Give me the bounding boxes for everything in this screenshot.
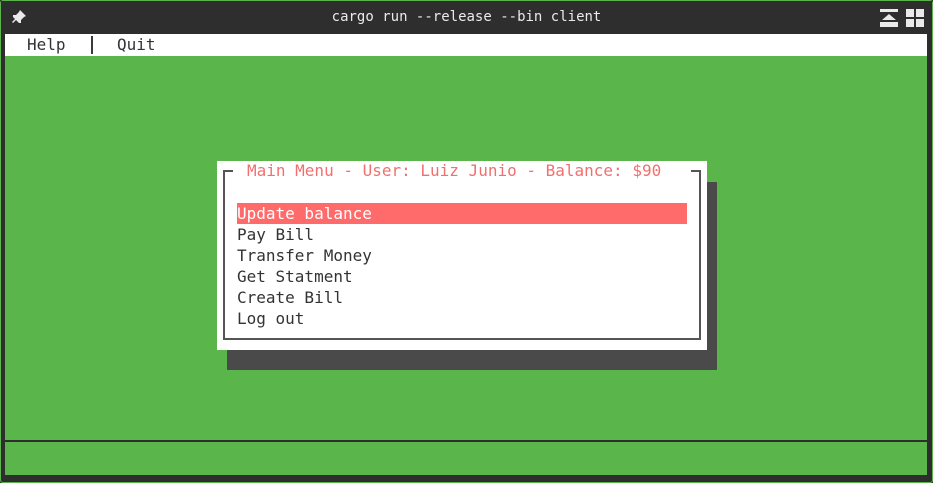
frame-corner-right	[691, 170, 701, 172]
menu-separator	[91, 36, 93, 54]
terminal-window: cargo run --release --bin client Help Qu…	[0, 0, 933, 483]
menu-options-list: Update balance Pay Bill Transfer Money G…	[237, 203, 687, 329]
option-log-out[interactable]: Log out	[237, 308, 687, 329]
menu-quit[interactable]: Quit	[117, 36, 156, 54]
option-get-statment[interactable]: Get Statment	[237, 266, 687, 287]
window-bottom-border	[1, 440, 932, 442]
maximize-icon[interactable]	[879, 8, 899, 28]
option-create-bill[interactable]: Create Bill	[237, 287, 687, 308]
menu-help[interactable]: Help	[27, 36, 66, 54]
terminal-area: Help Quit Main Menu - User: Luiz Junio -…	[5, 34, 927, 475]
option-transfer-money[interactable]: Transfer Money	[237, 245, 687, 266]
tile-icon[interactable]	[905, 8, 925, 28]
option-pay-bill[interactable]: Pay Bill	[237, 224, 687, 245]
title-bar[interactable]: cargo run --release --bin client	[1, 1, 932, 33]
main-menu-dialog: Main Menu - User: Luiz Junio - Balance: …	[217, 161, 707, 350]
option-update-balance[interactable]: Update balance	[237, 203, 687, 224]
dialog-title: Main Menu - User: Luiz Junio - Balance: …	[247, 161, 662, 180]
frame-corner-left	[223, 170, 233, 172]
menu-bar: Help Quit	[5, 34, 927, 56]
window-title: cargo run --release --bin client	[331, 9, 602, 25]
